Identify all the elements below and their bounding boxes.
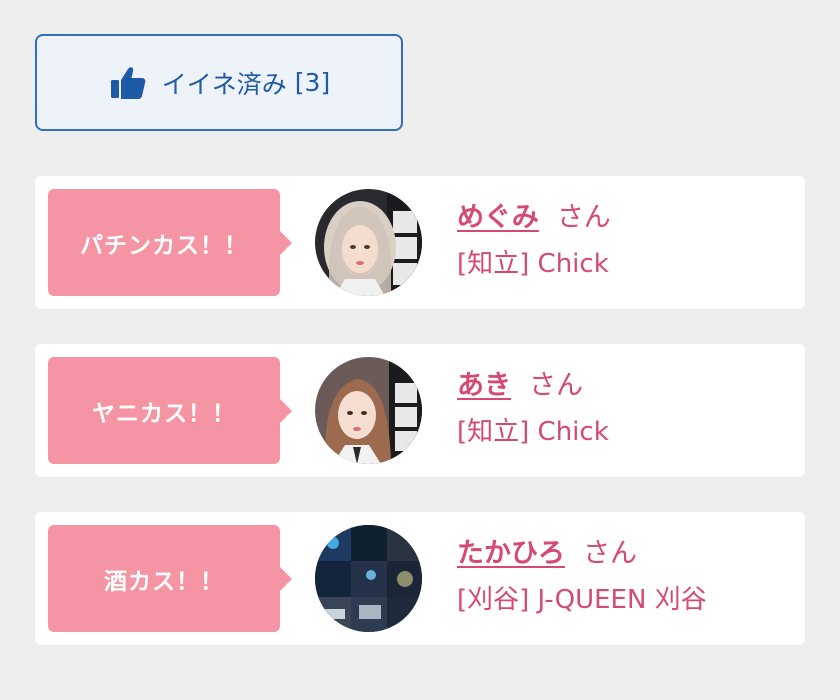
comment-tag: 酒カス！！: [48, 525, 292, 632]
shop-name: [知立] Chick: [457, 249, 609, 279]
shop-name: [刈谷] J-QUEEN 刈谷: [457, 585, 707, 615]
cast-name-link[interactable]: たかひろ: [457, 538, 565, 569]
honorific: さん: [583, 538, 637, 569]
like-button[interactable]: イイネ済み [3]: [35, 34, 403, 131]
cast-name-link[interactable]: あき: [457, 370, 511, 401]
like-card: ヤニカス！！ あき さん [知立] Chick: [35, 344, 805, 477]
thumbs-up-icon: [108, 63, 148, 103]
like-card: パチンカス！！ めぐみ さん [知立] Chick: [35, 176, 805, 309]
avatar[interactable]: [315, 357, 422, 464]
comment-tag: パチンカス！！: [48, 189, 292, 296]
cast-name-link[interactable]: めぐみ: [457, 202, 539, 233]
avatar[interactable]: [315, 189, 422, 296]
avatar[interactable]: [315, 525, 422, 632]
honorific: さん: [529, 370, 583, 401]
comment-tag: ヤニカス！！: [48, 357, 292, 464]
like-count: [3]: [294, 68, 331, 97]
honorific: さん: [556, 202, 611, 233]
shop-name: [知立] Chick: [457, 417, 609, 447]
like-button-label: イイネ済み: [161, 69, 287, 99]
like-card: 酒カス！！ たかひろ さん [刈谷] J-QUEEN 刈谷: [35, 512, 805, 645]
